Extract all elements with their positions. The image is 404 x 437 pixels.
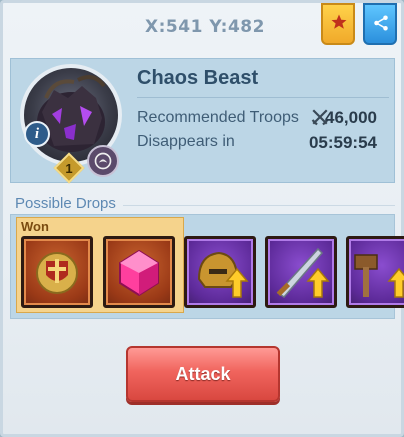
drop-item-hammer[interactable] [346, 236, 404, 308]
disappears-timer: 05:59:54 [308, 133, 377, 152]
share-button[interactable] [363, 3, 397, 45]
disappears-label: Disappears in [137, 133, 235, 150]
monster-type-icon [87, 145, 119, 177]
possible-drops-title: Possible Drops [15, 195, 116, 212]
share-icon [374, 15, 388, 31]
drops-divider [123, 205, 395, 206]
recommended-troops-label: Recommended Troops [137, 109, 299, 126]
star-icon [331, 14, 347, 29]
drop-item-golden-shield[interactable] [21, 236, 93, 308]
drop-item-helmet[interactable] [184, 236, 256, 308]
attack-button[interactable]: Attack [126, 346, 280, 402]
gem-icon [119, 249, 159, 297]
drop-item-sword[interactable] [265, 236, 337, 308]
info-button[interactable]: i [24, 121, 50, 147]
favorite-button[interactable] [321, 3, 355, 45]
monster-level: 1 [65, 161, 73, 176]
drop-item-pink-gem[interactable] [103, 236, 175, 308]
won-label: Won [21, 219, 49, 234]
recommended-troops-value: 46,000 [325, 108, 377, 127]
shield-emblem-icon [36, 252, 78, 294]
monster-info-panel: X:541 Y:482 i Chaos Beast Recommended Tr… [0, 0, 404, 437]
monster-name: Chaos Beast [137, 67, 259, 89]
name-divider [137, 97, 389, 98]
helmet-upgrade-icon [197, 251, 249, 298]
hammer-upgrade-icon [354, 254, 404, 298]
sword-upgrade-icon [276, 247, 330, 298]
